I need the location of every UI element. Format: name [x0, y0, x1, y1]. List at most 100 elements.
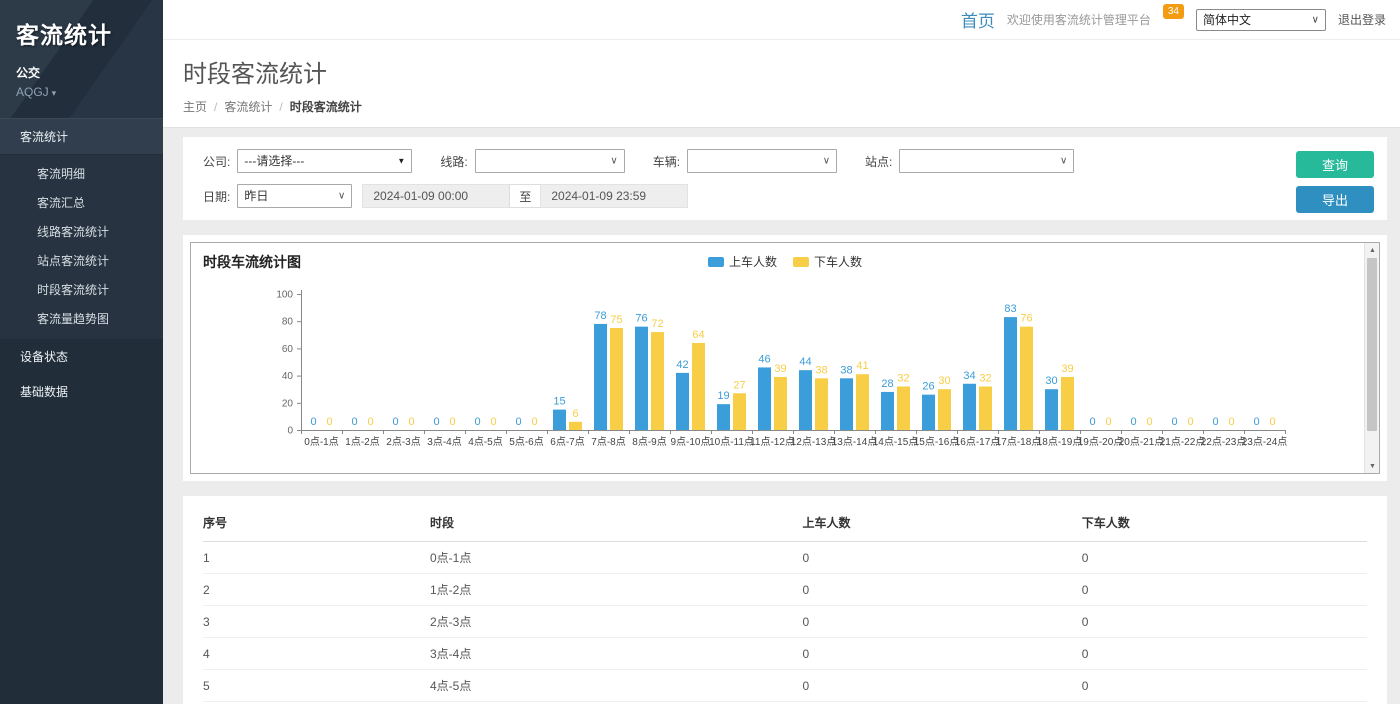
bar-alighting — [979, 386, 992, 430]
chart-text: 39 — [1061, 363, 1073, 375]
company-select-wrap: ---请选择--- — [237, 149, 412, 173]
user-name: AQGJ — [16, 85, 49, 99]
line-select[interactable] — [475, 149, 625, 173]
chart-text: 13点-14点 — [832, 436, 878, 448]
chart-text: 0 — [408, 416, 414, 428]
chart-text: 16点-17点 — [955, 436, 1001, 448]
chart-text: 7点-8点 — [591, 436, 625, 448]
legend-item-alighting: 下车人数 — [793, 253, 862, 270]
chart-text: 0 — [1212, 416, 1218, 428]
table-cell: 0点-1点 — [430, 542, 802, 574]
sidebar-subitem[interactable]: 客流汇总 — [0, 188, 163, 217]
sidebar-section[interactable]: 基础数据 — [0, 374, 163, 409]
scrollbar-thumb[interactable] — [1367, 258, 1377, 431]
content: 公司: ---请选择--- 线路: 车辆: — [163, 128, 1400, 704]
bar-boarding — [799, 370, 812, 430]
bar-alighting — [815, 378, 828, 430]
bar-boarding — [758, 367, 771, 430]
sidebar-section[interactable]: 设备状态 — [0, 339, 163, 374]
chart-text: 0 — [1187, 416, 1193, 428]
query-button[interactable]: 查询 — [1296, 151, 1374, 178]
chart-text: 40 — [282, 371, 294, 382]
chart-text: 39 — [774, 363, 786, 375]
home-link[interactable]: 首页 — [961, 7, 995, 32]
chart-text: 6点-7点 — [550, 436, 584, 448]
scroll-down-icon[interactable]: ▼ — [1365, 459, 1380, 473]
table-panel: 序号 时段 上车人数 下车人数 10点-1点0021点-2点0032点-3点00… — [183, 496, 1387, 704]
chart-text: 20点-21点 — [1119, 436, 1165, 448]
date-start-input[interactable] — [362, 184, 510, 208]
chart-text: 17点-18点 — [996, 436, 1042, 448]
chart-title: 时段车流统计图 — [203, 252, 301, 272]
org-name: 公交 — [16, 64, 149, 81]
scroll-up-icon[interactable]: ▲ — [1365, 243, 1380, 257]
date-preset-select[interactable]: 昨日 — [237, 184, 352, 208]
chart-text: 14点-15点 — [873, 436, 919, 448]
language-select[interactable]: 简体中文 — [1196, 9, 1326, 31]
chart-panel: 时段车流统计图 上车人数 下车人数 020406080100000点-1点001… — [183, 235, 1387, 481]
vehicle-select[interactable] — [687, 149, 837, 173]
chart-text: 30 — [938, 375, 950, 387]
bar-alighting — [569, 422, 582, 430]
welcome-text: 欢迎使用客流统计管理平台 — [1007, 11, 1151, 28]
table-cell: 2点-3点 — [430, 606, 802, 638]
chart-text: 83 — [1004, 303, 1016, 315]
chart-text: 6 — [572, 408, 578, 420]
chevron-down-icon: ▾ — [52, 88, 57, 98]
company-label: 公司: — [203, 153, 230, 170]
chart-text: 0 — [433, 416, 439, 428]
legend-label-alighting: 下车人数 — [814, 253, 862, 270]
bar-boarding — [553, 410, 566, 430]
chart-text: 0点-1点 — [304, 436, 338, 448]
breadcrumb-parent[interactable]: 客流统计 — [224, 100, 272, 114]
chart-text: 0 — [1130, 416, 1136, 428]
brand-area: 客流统计 公交 AQGJ▾ — [0, 0, 163, 118]
chart-text: 0 — [474, 416, 480, 428]
chart-text: 2点-3点 — [386, 436, 420, 448]
bar-boarding — [881, 392, 894, 430]
sidebar-menu: 客流统计客流明细客流汇总线路客流统计站点客流统计时段客流统计客流量趋势图设备状态… — [0, 118, 163, 409]
chart-text: 0 — [1089, 416, 1095, 428]
table-cell: 0 — [1082, 574, 1367, 606]
chart-text: 0 — [1105, 416, 1111, 428]
bar-alighting — [856, 374, 869, 430]
chart-text: 22点-23点 — [1201, 436, 1247, 448]
bar-boarding — [963, 384, 976, 430]
sidebar-subitem[interactable]: 时段客流统计 — [0, 275, 163, 304]
bar-boarding — [594, 324, 607, 430]
date-end-input[interactable] — [540, 184, 688, 208]
export-button[interactable]: 导出 — [1296, 186, 1374, 213]
table-row: 32点-3点00 — [203, 606, 1367, 638]
chart-vertical-scrollbar[interactable]: ▲ ▼ — [1364, 243, 1379, 473]
vehicle-select-wrap — [687, 149, 837, 173]
company-select[interactable]: ---请选择--- — [237, 149, 412, 173]
station-select-wrap — [899, 149, 1074, 173]
table-row: 10点-1点00 — [203, 542, 1367, 574]
sidebar-subitem[interactable]: 线路客流统计 — [0, 217, 163, 246]
bar-alighting — [651, 332, 664, 430]
sidebar-subitem[interactable]: 客流明细 — [0, 159, 163, 188]
sidebar-subitem[interactable]: 客流量趋势图 — [0, 304, 163, 333]
chart-text: 76 — [1020, 313, 1032, 325]
logout-link[interactable]: 退出登录 — [1338, 11, 1386, 28]
chart-text: 0 — [367, 416, 373, 428]
table-cell: 3点-4点 — [430, 638, 802, 670]
bar-boarding — [1045, 389, 1058, 430]
bar-alighting — [692, 343, 705, 430]
legend-swatch-alighting — [793, 257, 809, 267]
breadcrumb-home[interactable]: 主页 — [183, 100, 207, 114]
chart-text: 72 — [651, 318, 663, 330]
table-cell: 3 — [203, 606, 430, 638]
station-label: 站点: — [865, 153, 892, 170]
user-dropdown[interactable]: AQGJ▾ — [16, 85, 149, 99]
bar-alighting — [733, 393, 746, 430]
sidebar-section[interactable]: 客流统计 — [0, 118, 163, 155]
table-cell: 0 — [1082, 606, 1367, 638]
table-cell: 0 — [802, 606, 1081, 638]
sidebar-subitem[interactable]: 站点客流统计 — [0, 246, 163, 275]
station-select[interactable] — [899, 149, 1074, 173]
table-header-row: 序号 时段 上车人数 下车人数 — [203, 504, 1367, 542]
bar-boarding — [676, 373, 689, 430]
main-area: 首页 欢迎使用客流统计管理平台 34 简体中文 退出登录 时段客流统计 主页/客… — [163, 0, 1400, 704]
chart-text: 11点-12点 — [750, 436, 795, 448]
